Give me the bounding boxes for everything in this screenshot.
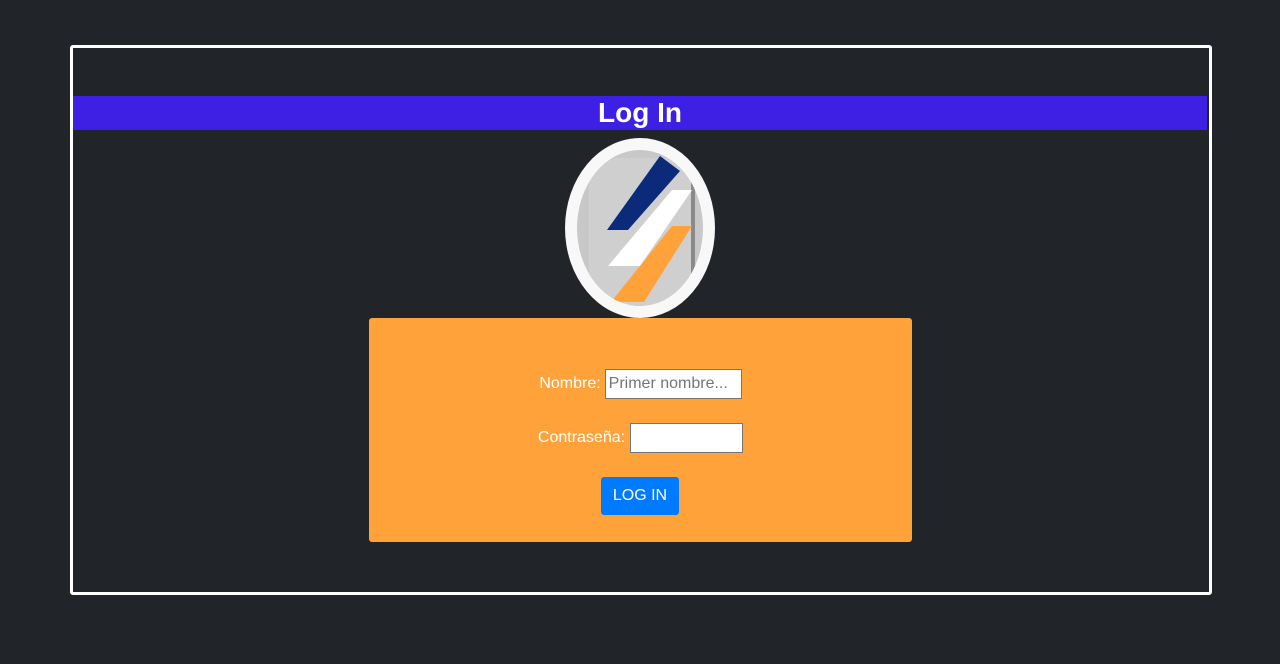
password-label: Contraseña: bbox=[537, 429, 626, 446]
nombre-input[interactable] bbox=[604, 369, 742, 399]
password-input[interactable] bbox=[630, 423, 744, 453]
page-title: Log In bbox=[73, 96, 1207, 130]
main-frame: Log In Nombre: Contraseña: bbox=[70, 45, 1212, 595]
company-logo-icon bbox=[565, 138, 715, 318]
login-button[interactable]: LOG IN bbox=[601, 477, 679, 515]
password-row: Contraseña: bbox=[369, 423, 912, 453]
nombre-row: Nombre: bbox=[369, 369, 912, 399]
login-panel: Nombre: Contraseña: LOG IN bbox=[369, 318, 912, 542]
nombre-label: Nombre: bbox=[539, 375, 601, 392]
